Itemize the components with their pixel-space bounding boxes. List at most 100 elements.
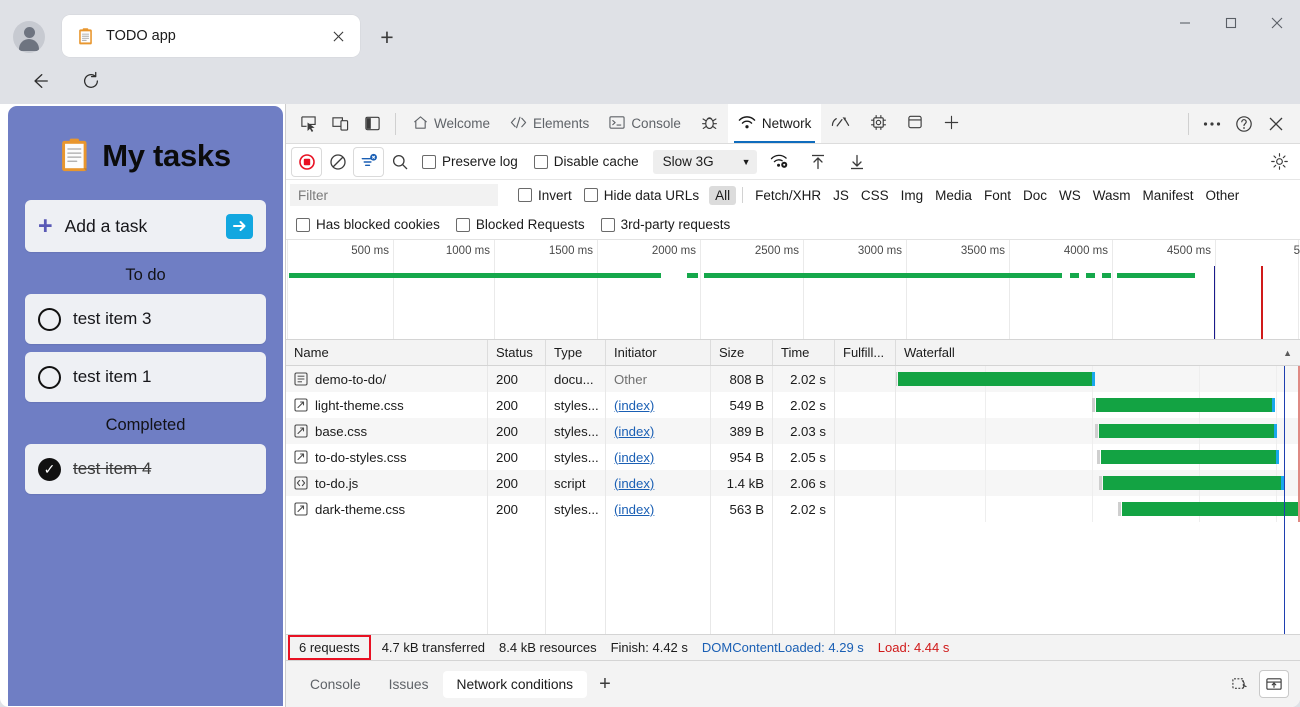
initiator-link[interactable]: (index) bbox=[614, 476, 654, 491]
tab-memory[interactable] bbox=[860, 104, 897, 143]
filter-active-icon[interactable] bbox=[354, 148, 383, 176]
has-blocked-cookies-checkbox[interactable]: Has blocked cookies bbox=[296, 217, 440, 232]
drawer-tab-issues[interactable]: Issues bbox=[375, 671, 443, 698]
wifi-settings-icon[interactable] bbox=[765, 148, 794, 176]
checkbox-box[interactable] bbox=[456, 218, 470, 232]
filter-type-manifest[interactable]: Manifest bbox=[1136, 186, 1199, 205]
add-task-input[interactable]: + Add a task bbox=[25, 200, 266, 252]
tab-label: Welcome bbox=[434, 116, 490, 131]
list-item[interactable]: test item 1 bbox=[25, 352, 266, 402]
disable-cache-checkbox[interactable]: Disable cache bbox=[534, 154, 639, 169]
close-button[interactable] bbox=[1254, 0, 1300, 46]
filter-type-doc[interactable]: Doc bbox=[1017, 186, 1053, 205]
filter-type-all[interactable]: All bbox=[709, 186, 736, 205]
drawer-tab-console[interactable]: Console bbox=[296, 671, 375, 698]
initiator-link[interactable]: (index) bbox=[614, 450, 654, 465]
minimize-button[interactable] bbox=[1162, 0, 1208, 46]
initiator-link[interactable]: (index) bbox=[614, 424, 654, 439]
arrow-right-icon[interactable] bbox=[226, 214, 253, 239]
tab-sources-debugger[interactable] bbox=[691, 104, 728, 143]
restore-drawer-icon[interactable] bbox=[1226, 671, 1254, 697]
browser-tab[interactable]: TODO app bbox=[62, 15, 360, 57]
gear-icon[interactable] bbox=[1265, 148, 1294, 176]
checkbox-unchecked-icon[interactable] bbox=[38, 366, 61, 389]
more-options-icon[interactable] bbox=[1197, 110, 1227, 138]
filter-type-css[interactable]: CSS bbox=[855, 186, 895, 205]
column-header-initiator[interactable]: Initiator bbox=[606, 340, 711, 365]
checkbox-checked-icon[interactable]: ✓ bbox=[38, 458, 61, 481]
checkbox-box[interactable] bbox=[601, 218, 615, 232]
table-header-row: Name Status Type Initiator Size Time Ful… bbox=[286, 340, 1300, 366]
filter-type-img[interactable]: Img bbox=[895, 186, 930, 205]
clear-icon[interactable] bbox=[323, 148, 352, 176]
reload-icon[interactable] bbox=[75, 65, 107, 97]
invert-checkbox[interactable]: Invert bbox=[518, 188, 572, 203]
drawer-tab-network-conditions[interactable]: Network conditions bbox=[443, 671, 588, 698]
column-header-time[interactable]: Time bbox=[773, 340, 835, 365]
table-row[interactable]: dark-theme.css 200 styles... (index) 563… bbox=[286, 496, 1300, 522]
cell-time: 2.05 s bbox=[773, 444, 835, 470]
tab-application[interactable] bbox=[897, 104, 933, 143]
help-icon[interactable] bbox=[1229, 110, 1259, 138]
search-icon[interactable] bbox=[385, 148, 414, 176]
checkbox-unchecked-icon[interactable] bbox=[38, 308, 61, 331]
tab-network[interactable]: Network bbox=[728, 104, 822, 143]
column-header-size[interactable]: Size bbox=[711, 340, 773, 365]
third-party-requests-checkbox[interactable]: 3rd-party requests bbox=[601, 217, 731, 232]
preserve-log-checkbox[interactable]: Preserve log bbox=[422, 154, 518, 169]
blocked-requests-checkbox[interactable]: Blocked Requests bbox=[456, 217, 585, 232]
checkbox-box[interactable] bbox=[422, 155, 436, 169]
table-row[interactable]: light-theme.css 200 styles... (index) 54… bbox=[286, 392, 1300, 418]
new-tab-button[interactable]: + bbox=[372, 22, 402, 52]
list-item[interactable]: ✓ test item 4 bbox=[25, 444, 266, 494]
filter-type-media[interactable]: Media bbox=[929, 186, 978, 205]
table-row[interactable]: base.css 200 styles... (index) 389 B 2.0… bbox=[286, 418, 1300, 444]
filter-type-font[interactable]: Font bbox=[978, 186, 1017, 205]
table-row[interactable]: demo-to-do/ 200 docu... Other 808 B 2.02… bbox=[286, 366, 1300, 392]
profile-avatar[interactable] bbox=[13, 21, 45, 53]
dock-side-icon[interactable] bbox=[357, 110, 387, 138]
column-header-waterfall[interactable]: Waterfall ▲ bbox=[896, 340, 1300, 365]
record-stop-icon[interactable] bbox=[292, 148, 321, 176]
throttling-dropdown[interactable]: Slow 3G ▼ bbox=[653, 150, 757, 174]
close-devtools-icon[interactable] bbox=[1261, 110, 1291, 138]
column-header-status[interactable]: Status bbox=[488, 340, 546, 365]
table-row[interactable]: to-do-styles.css 200 styles... (index) 9… bbox=[286, 444, 1300, 470]
inspect-element-icon[interactable] bbox=[293, 110, 323, 138]
checkbox-box[interactable] bbox=[296, 218, 310, 232]
add-task-label: Add a task bbox=[65, 216, 226, 237]
filter-type-other[interactable]: Other bbox=[1200, 186, 1246, 205]
export-har-icon[interactable] bbox=[843, 148, 872, 176]
filter-input[interactable] bbox=[290, 184, 498, 206]
close-icon[interactable] bbox=[326, 24, 350, 48]
network-overview-timeline[interactable]: 500 ms 1000 ms 1500 ms 2000 ms 2500 ms 3… bbox=[286, 240, 1300, 340]
tab-elements[interactable]: Elements bbox=[500, 104, 599, 143]
table-row[interactable]: to-do.js 200 script (index) 1.4 kB 2.06 … bbox=[286, 470, 1300, 496]
drawer-add-tab-button[interactable]: + bbox=[587, 673, 623, 696]
column-header-fulfilled[interactable]: Fulfill... bbox=[835, 340, 896, 365]
third-party-requests-label: 3rd-party requests bbox=[621, 217, 731, 232]
column-header-name[interactable]: Name bbox=[286, 340, 488, 365]
filter-type-wasm[interactable]: Wasm bbox=[1087, 186, 1137, 205]
hide-data-urls-checkbox[interactable]: Hide data URLs bbox=[584, 188, 699, 203]
initiator-link[interactable]: (index) bbox=[614, 502, 654, 517]
back-arrow-icon[interactable] bbox=[24, 65, 56, 97]
filter-type-fetch-xhr[interactable]: Fetch/XHR bbox=[749, 186, 827, 205]
dock-bottom-icon[interactable] bbox=[1260, 671, 1288, 697]
tab-console[interactable]: Console bbox=[599, 104, 691, 143]
filter-type-js[interactable]: JS bbox=[827, 186, 855, 205]
checkbox-box[interactable] bbox=[534, 155, 548, 169]
maximize-button[interactable] bbox=[1208, 0, 1254, 46]
initiator-link[interactable]: (index) bbox=[614, 398, 654, 413]
filter-type-ws[interactable]: WS bbox=[1053, 186, 1087, 205]
checkbox-box[interactable] bbox=[518, 188, 532, 202]
list-item[interactable]: test item 3 bbox=[25, 294, 266, 344]
task-label: test item 4 bbox=[73, 459, 151, 479]
import-har-icon[interactable] bbox=[804, 148, 833, 176]
tab-welcome[interactable]: Welcome bbox=[403, 104, 500, 143]
column-header-type[interactable]: Type bbox=[546, 340, 606, 365]
checkbox-box[interactable] bbox=[584, 188, 598, 202]
add-panel-button[interactable] bbox=[933, 104, 970, 143]
tab-performance[interactable] bbox=[821, 104, 860, 143]
device-emulation-icon[interactable] bbox=[325, 110, 355, 138]
